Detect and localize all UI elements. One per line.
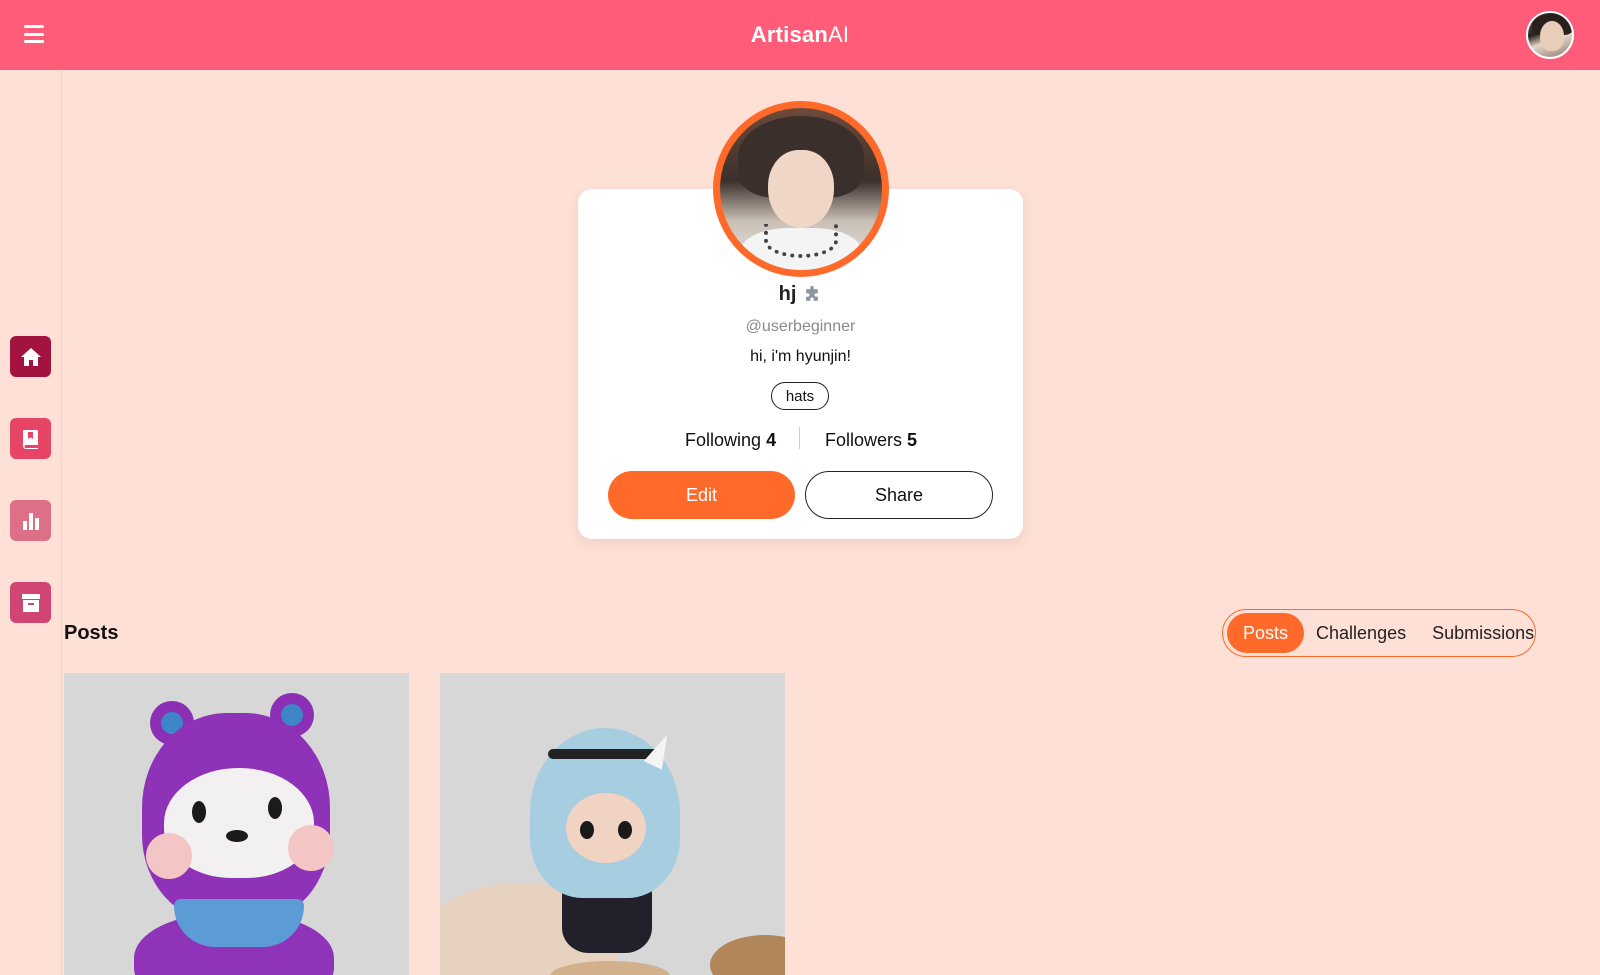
posts-heading: Posts [64,622,119,644]
book-icon [22,429,38,449]
following-stat[interactable]: Following 4 [685,430,776,451]
following-count: 4 [766,430,777,450]
following-label: Following [685,430,762,450]
sidebar-item-archive[interactable] [10,582,51,623]
brand-name-light: AI [828,22,850,47]
post-image-squirrel-cheek [146,833,192,879]
sidebar-item-book[interactable] [10,418,51,459]
post-image-doll-eye [618,821,632,839]
followers-label: Followers [825,430,903,450]
profile-tag[interactable]: hats [771,382,829,410]
top-bar: ArtisanAI [0,0,1600,70]
post-image-doll-eye [580,821,594,839]
profile-name: hj [778,283,797,305]
followers-stat[interactable]: Followers 5 [825,430,917,451]
profile-photo[interactable] [713,101,889,277]
followers-count: 5 [907,430,918,450]
menu-icon[interactable] [22,22,46,46]
photo-necklace [764,224,838,258]
puzzle-icon [806,285,819,301]
bar-chart-icon [22,512,39,530]
tab-posts[interactable]: Posts [1227,613,1305,653]
brand-logo[interactable]: ArtisanAI [751,22,849,48]
post-card[interactable] [440,673,785,975]
post-image-doll-headband [548,749,660,759]
photo-face [768,150,834,228]
follow-stats: Following 4 Followers 5 [578,427,1023,453]
archive-icon [21,593,40,612]
sidebar-item-home[interactable] [10,336,51,377]
post-card[interactable] [64,673,409,975]
post-image-squirrel-cheek [288,825,334,871]
post-image-squirrel-scarf [174,899,304,947]
stats-divider [799,427,800,449]
profile-name-row: hj [578,283,1023,306]
post-image-doll-face [566,793,646,863]
post-image-squirrel-nose [226,830,248,842]
avatar-face [1540,21,1564,51]
tab-submissions[interactable]: Submissions [1418,613,1548,653]
tab-challenges[interactable]: Challenges [1304,613,1418,653]
edit-button[interactable]: Edit [608,471,795,519]
profile-bio: hi, i'm hyunjin! [750,348,851,365]
profile-handle: @userbeginner [745,318,856,335]
sidebar [0,70,62,975]
post-image-basket [710,935,785,975]
brand-name-bold: Artisan [750,22,828,47]
post-image-doll-horn [643,730,677,770]
content-tabs: Posts Challenges Submissions [1222,609,1536,657]
share-button[interactable]: Share [805,471,993,519]
post-image-squirrel-eye [268,797,282,819]
profile-photo-image [720,108,882,270]
home-icon [20,347,41,366]
post-image-squirrel-eye [192,801,206,823]
user-avatar[interactable] [1526,11,1574,59]
sidebar-item-stats[interactable] [10,500,51,541]
